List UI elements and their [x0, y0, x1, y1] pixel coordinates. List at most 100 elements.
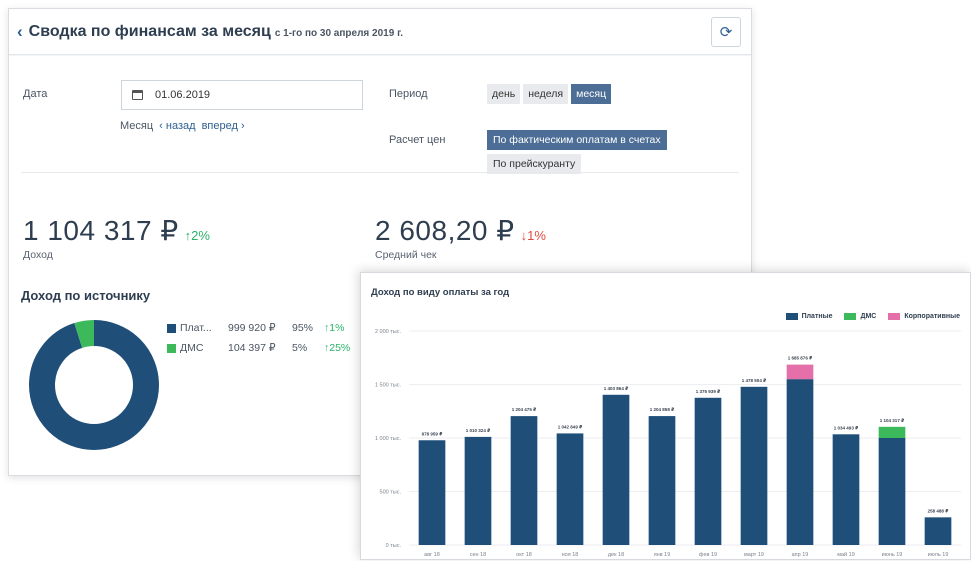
income-delta: ↑2% [185, 228, 210, 243]
annual-income-chart: 0 тыс. 500 тыс. 1 000 тыс. 1 500 тыс. 2 000 … [375, 329, 961, 558]
bar-Платные-янв 19[interactable] [648, 416, 676, 545]
donut-slice-0[interactable] [29, 320, 159, 450]
bar-Платные-июль 19[interactable] [924, 517, 952, 545]
income-source-donut [29, 320, 159, 450]
refresh-icon: ⟳ [719, 24, 733, 41]
bar-Платные-май 19[interactable] [832, 434, 860, 545]
bar-Платные-дек 18[interactable] [602, 394, 630, 545]
date-field[interactable]: 01.06.2019 [121, 80, 363, 110]
avg-check-value: 2 608,20 ₽ [375, 215, 515, 246]
x-tick-label: март 19 [744, 552, 764, 558]
month-prev-link[interactable]: ‹ назад [159, 120, 195, 132]
source-share: 5% [292, 342, 308, 354]
source-name: Плат... [180, 322, 212, 334]
bar-value-label: 1 403 864 ₽ [604, 386, 628, 391]
source-name: ДМС [180, 342, 204, 354]
refresh-button[interactable]: ⟳ [711, 17, 741, 47]
bar-value-label: 1 204 475 ₽ [512, 407, 536, 412]
chevron-right-icon: › [237, 120, 245, 132]
income-value: 1 104 317 ₽ [23, 215, 179, 246]
bar-value-label: 978 959 ₽ [422, 431, 443, 436]
month-navigation: Месяц ‹ назад вперед › [120, 120, 245, 132]
source-change-value: 1% [329, 322, 345, 334]
page-title: Сводка по финансам за месяц [28, 22, 271, 40]
month-next-label: вперед [201, 120, 238, 132]
bar-value-label: 1 104 317 ₽ [880, 418, 904, 423]
source-change-value: 25% [329, 342, 351, 354]
x-tick-label: ноя 18 [562, 552, 579, 558]
period-subtitle: с 1-го по 30 апреля 2019 г. [274, 28, 404, 39]
bar-value-label: 1 204 858 ₽ [650, 407, 674, 412]
x-tick-label: июнь 19 [882, 552, 903, 558]
bar-Платные-март 19[interactable] [740, 386, 768, 545]
bar-value-label: 1 685 876 ₽ [788, 356, 812, 361]
period-switch: день неделя месяц [487, 84, 612, 104]
date-label: Дата [23, 88, 48, 100]
dms-swatch [167, 343, 176, 353]
bar-Платные-ноя 18[interactable] [556, 433, 584, 545]
y-tick-label: 2 000 тыс. [375, 329, 402, 335]
y-tick-label: 1 000 тыс. [375, 436, 402, 442]
paid-swatch [167, 323, 176, 333]
pricing-label: Расчет цен [389, 134, 446, 146]
x-tick-label: окт 18 [516, 552, 532, 558]
source-amount: 999 920 ₽ [228, 322, 276, 334]
income-kpi: 1 104 317 ₽ ↑2% Доход [23, 214, 210, 261]
source-amount: 104 397 ₽ [228, 342, 276, 354]
income-by-source-title: Доход по источнику [21, 288, 151, 303]
bar-Платные-фев 19[interactable] [694, 397, 722, 545]
bar-Платные-апр 19[interactable] [786, 379, 814, 545]
month-label: Месяц [120, 120, 154, 132]
x-tick-label: фев 19 [699, 552, 717, 558]
month-prev-label: назад [165, 120, 196, 132]
bar-value-label: 1 375 939 ₽ [696, 389, 720, 394]
x-tick-label: июль 19 [928, 552, 949, 558]
annual-income-chart-panel: Доход по виду оплаты за год Платные ДМС … [360, 272, 971, 560]
y-tick-label: 1 500 тыс. [375, 383, 402, 389]
pricing-option-pricelist[interactable]: По прейскуранту [487, 154, 582, 174]
income-caption: Доход [23, 249, 53, 261]
x-tick-label: апр 19 [792, 552, 809, 558]
divider [21, 172, 739, 173]
source-change: ↑25% [324, 342, 351, 354]
bar-Корпоративные-апр 19[interactable] [786, 364, 814, 380]
chevron-left-icon: ‹ [159, 120, 166, 132]
calendar-icon [132, 90, 143, 100]
bar-Платные-авг 18[interactable] [418, 440, 446, 545]
x-tick-label: дек 18 [608, 552, 624, 558]
pricing-switch: По фактическим оплатам в счетах По прейс… [487, 130, 667, 174]
avg-check-delta-value: 1% [527, 228, 546, 243]
income-source-table: Плат... 999 920 ₽ 95% ↑1% ДМС 104 397 ₽ … [167, 318, 350, 358]
y-tick-label: 500 тыс. [380, 490, 402, 496]
source-row-paid[interactable]: Плат... 999 920 ₽ 95% ↑1% [167, 318, 350, 338]
income-delta-value: 2% [191, 228, 210, 243]
chevron-left-icon: ‹ [17, 21, 23, 41]
bar-value-label: 1 010 324 ₽ [466, 428, 490, 433]
avg-check-delta: ↓1% [521, 228, 546, 243]
period-label: Период [389, 88, 428, 100]
avg-check-caption: Средний чек [375, 249, 437, 261]
bar-Платные-окт 18[interactable] [510, 416, 538, 545]
period-option-month[interactable]: месяц [571, 84, 612, 104]
bar-value-label: 1 042 849 ₽ [558, 424, 582, 429]
month-next-link[interactable]: вперед › [202, 120, 245, 132]
bar-ДМС-июнь 19[interactable] [878, 426, 906, 438]
date-value: 01.06.2019 [155, 89, 211, 101]
source-row-dms[interactable]: ДМС 104 397 ₽ 5% ↑25% [167, 338, 350, 358]
bar-value-label: 1 478 504 ₽ [742, 378, 766, 383]
panel-header: ‹ Сводка по финансам за месяц с 1-го по … [9, 9, 751, 55]
bar-value-label: 1 034 493 ₽ [834, 425, 858, 430]
period-option-day[interactable]: день [487, 84, 521, 104]
period-option-week[interactable]: неделя [523, 84, 569, 104]
x-tick-label: янв 19 [654, 552, 671, 558]
x-tick-label: авг 18 [424, 552, 440, 558]
back-link[interactable]: ‹ Сводка по финансам за месяц с 1-го по … [17, 22, 403, 42]
source-share: 95% [292, 322, 314, 334]
bar-Платные-сен 18[interactable] [464, 436, 492, 545]
x-tick-label: сен 18 [470, 552, 487, 558]
x-tick-label: май 19 [837, 551, 855, 558]
avg-check-kpi: 2 608,20 ₽ ↓1% Средний чек [375, 214, 546, 261]
pricing-option-actual[interactable]: По фактическим оплатам в счетах [487, 130, 667, 150]
bar-Платные-июнь 19[interactable] [878, 438, 906, 545]
y-tick-label: 0 тыс. [386, 543, 402, 549]
